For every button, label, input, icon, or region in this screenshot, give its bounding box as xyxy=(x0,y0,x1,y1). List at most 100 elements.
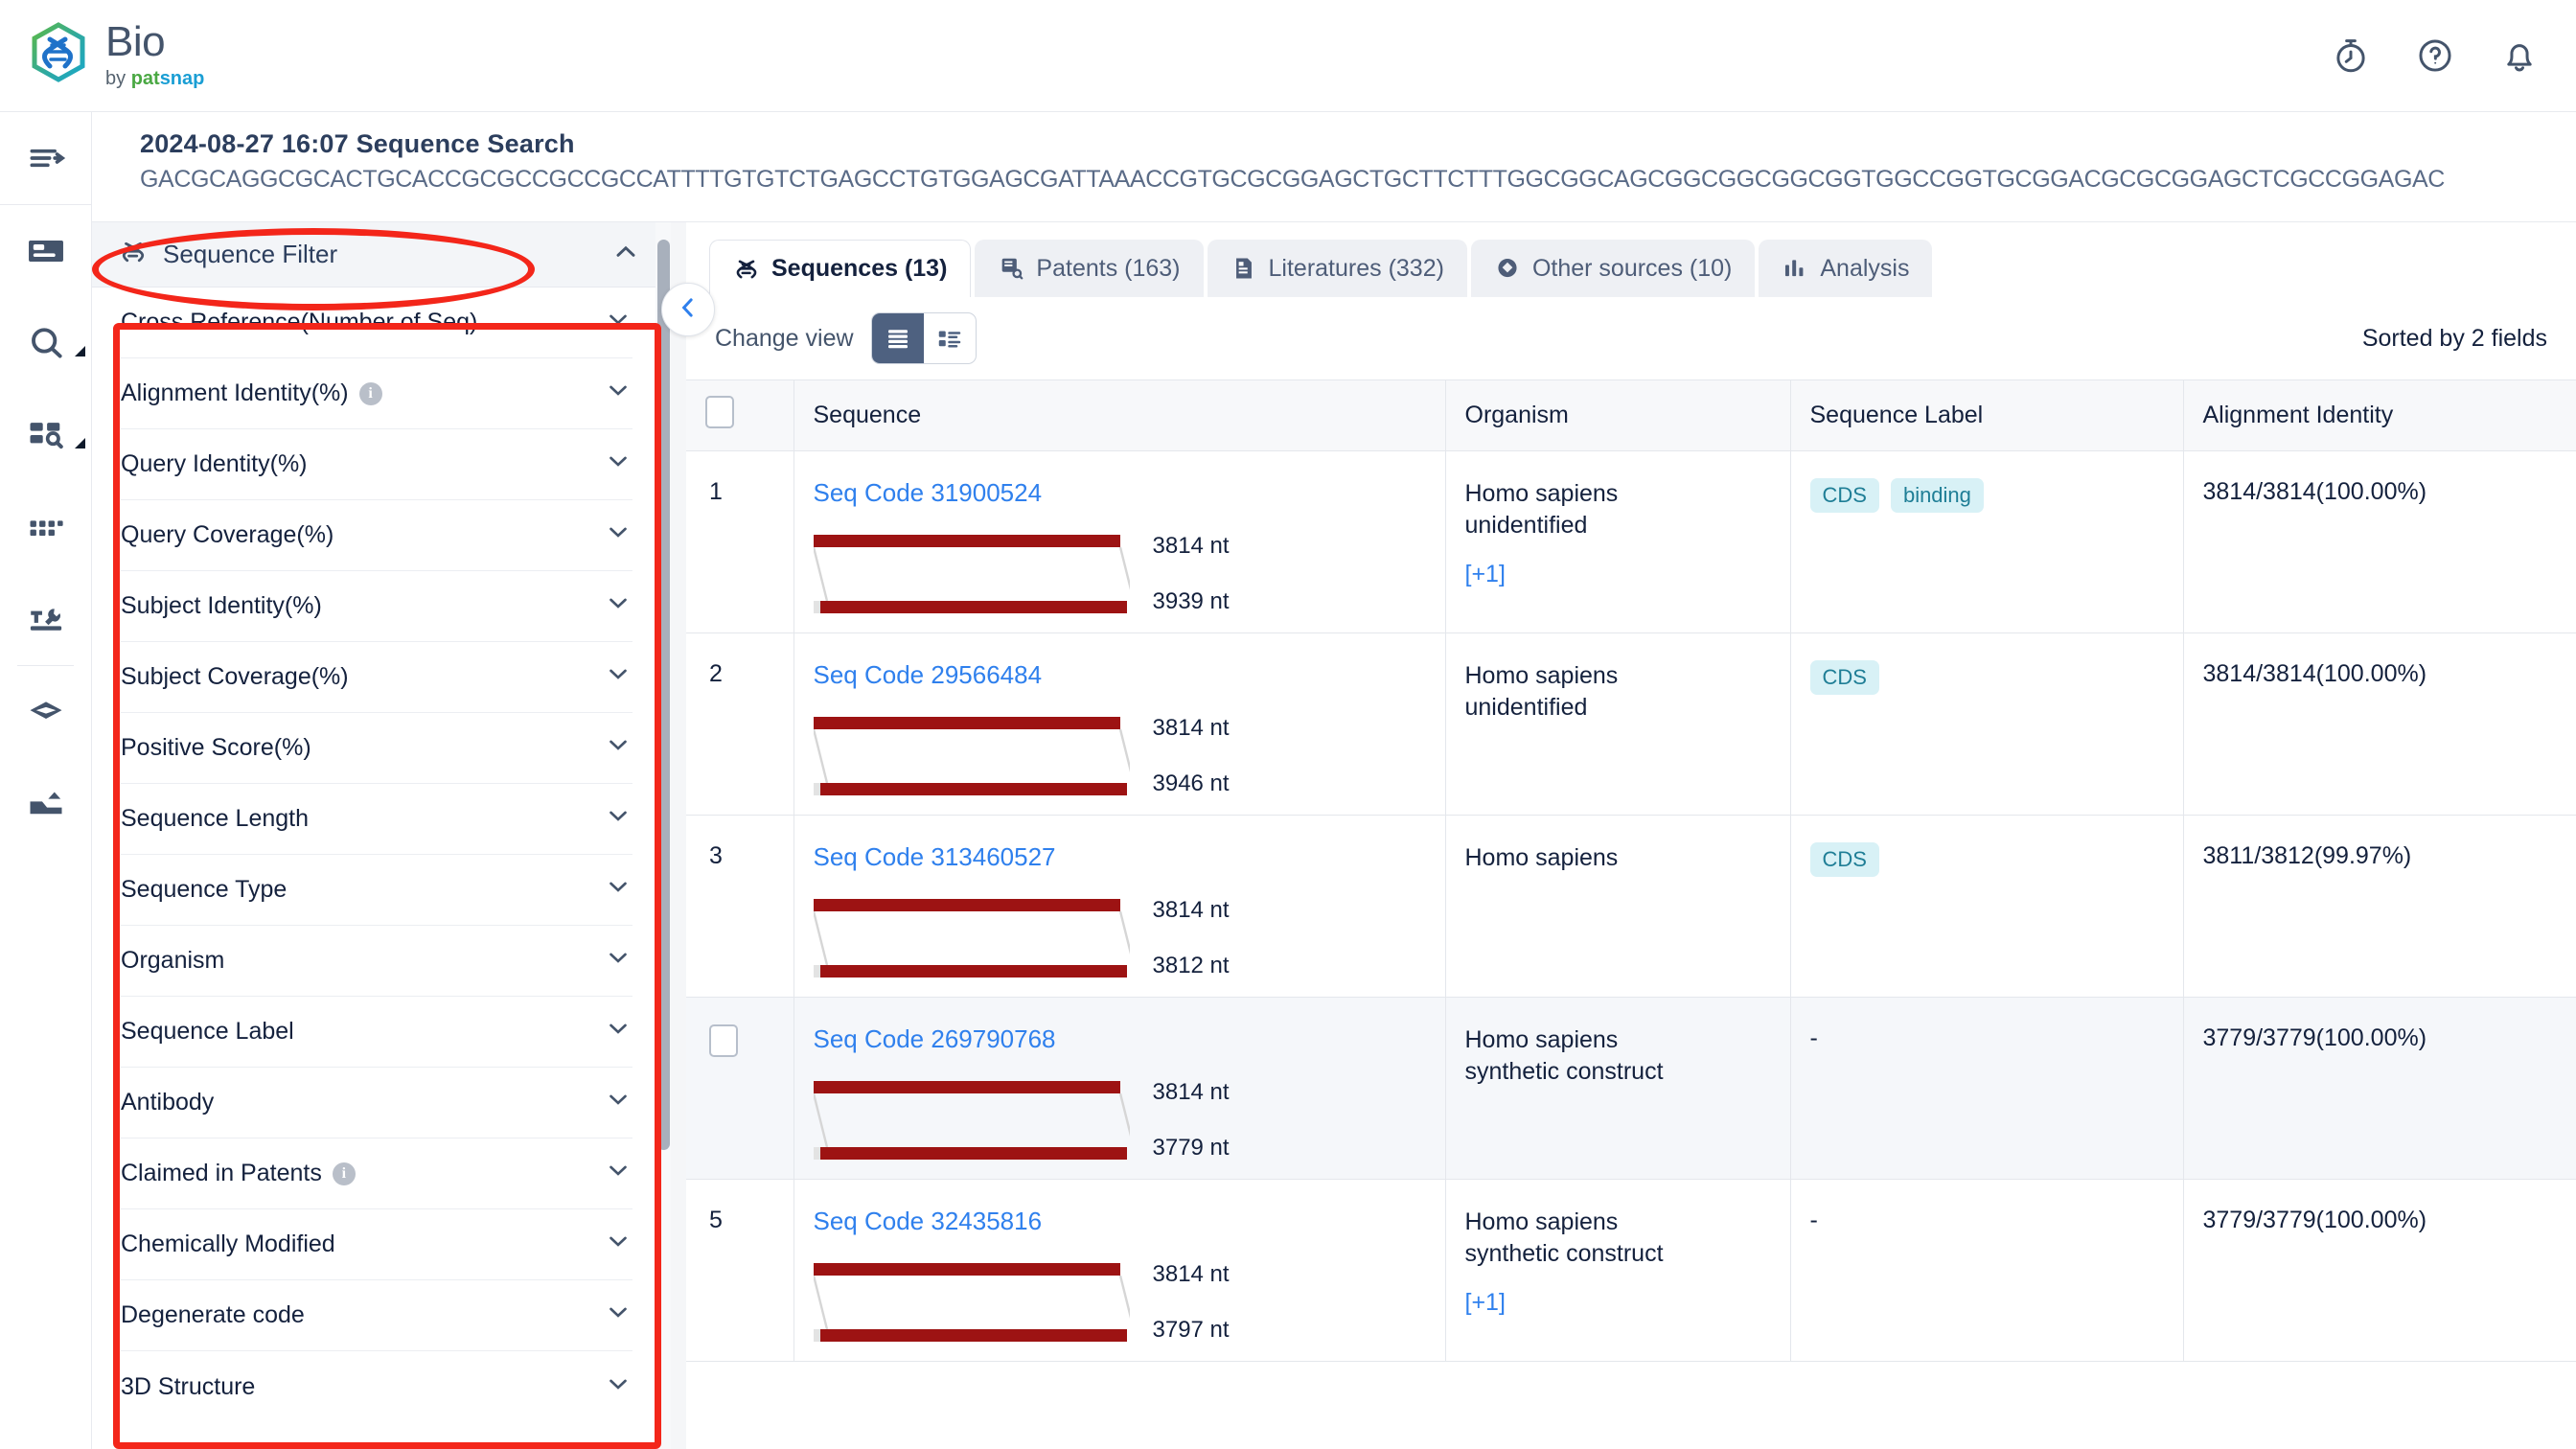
dots-grid-icon[interactable] xyxy=(0,481,91,573)
sequence-filter-title: Sequence Filter xyxy=(163,240,338,268)
filter-item[interactable]: Sequence Label xyxy=(121,997,632,1068)
filter-item[interactable]: Organism xyxy=(121,926,632,997)
sequence-filter-header[interactable]: Sequence Filter xyxy=(92,222,666,288)
table-row[interactable]: 3 Seq Code 313460527 3814 nt 3812 nt Homo sa… xyxy=(686,815,2576,998)
help-circle-icon[interactable] xyxy=(2415,35,2455,76)
card-view-icon[interactable] xyxy=(924,313,976,363)
tab-patents-163[interactable]: Patents (163) xyxy=(975,240,1204,297)
chevron-down-icon[interactable] xyxy=(604,659,632,695)
info-icon[interactable]: i xyxy=(358,381,382,405)
stopwatch-icon[interactable] xyxy=(2331,35,2371,76)
sequence-label-cell: - xyxy=(1790,997,2184,1180)
document-icon[interactable] xyxy=(0,205,91,297)
collapse-panel-button[interactable] xyxy=(661,283,715,336)
chevron-down-icon[interactable] xyxy=(604,447,632,482)
filter-item[interactable]: Subject Identity(%) xyxy=(121,571,632,642)
tab-literatures-332[interactable]: Literatures (332) xyxy=(1207,240,1467,297)
chevron-down-icon[interactable] xyxy=(604,1156,632,1191)
filter-item[interactable]: Antibody xyxy=(121,1068,632,1138)
filter-item[interactable]: 3D Structure xyxy=(121,1351,632,1422)
chevron-up-icon[interactable] xyxy=(610,237,641,272)
organism-name: Homo sapiens xyxy=(1464,1026,1619,1053)
chevron-down-icon[interactable] xyxy=(604,305,632,340)
filter-item[interactable]: Sequence Length xyxy=(121,784,632,855)
filter-item[interactable]: Query Coverage(%) xyxy=(121,500,632,571)
chevron-down-icon[interactable] xyxy=(604,730,632,766)
subject-bar xyxy=(819,1329,1127,1342)
sequence-code-link[interactable]: Seq Code 32435816 xyxy=(814,1207,1043,1235)
tab-analysis[interactable]: Analysis xyxy=(1759,240,1933,297)
chevron-down-icon[interactable] xyxy=(604,376,632,411)
search-icon[interactable] xyxy=(0,297,91,389)
sequence-label-chip[interactable]: CDS xyxy=(1809,660,1879,695)
subject-length: 3939 nt xyxy=(1152,588,1230,614)
sequence-label-chip[interactable]: binding xyxy=(1890,478,1984,513)
filter-item[interactable]: Degenerate code xyxy=(121,1280,632,1351)
table-row[interactable]: 2 Seq Code 29566484 3814 nt 3946 nt Homo sap… xyxy=(686,632,2576,816)
alignment-lengths: 3814 nt 3939 nt xyxy=(1153,535,1230,613)
subject-length: 3797 nt xyxy=(1152,1317,1230,1343)
table-row[interactable]: 5 Seq Code 32435816 3814 nt 3797 nt Homo sap… xyxy=(686,1179,2576,1362)
row-index-cell: 3 xyxy=(686,815,794,998)
grid-search-icon[interactable] xyxy=(0,389,91,481)
sorted-by-label[interactable]: Sorted by 2 fields xyxy=(2362,325,2547,353)
organism-more-link[interactable]: [+1] xyxy=(1465,561,1506,588)
query-length: 3814 nt xyxy=(1152,1079,1230,1105)
chevron-down-icon[interactable] xyxy=(604,518,632,553)
collapse-menu-icon[interactable] xyxy=(0,112,91,204)
tab-sequences-13[interactable]: Sequences (13) xyxy=(709,240,972,297)
alignment-bars xyxy=(813,717,1130,795)
layers-icon[interactable] xyxy=(0,666,91,758)
filter-item[interactable]: Positive Score(%) xyxy=(121,713,632,784)
filter-item-label: Query Coverage(%) xyxy=(121,521,334,548)
filter-item[interactable]: Chemically Modified xyxy=(121,1209,632,1280)
info-icon[interactable]: i xyxy=(332,1162,356,1185)
filter-item[interactable]: Alignment Identity(%) i xyxy=(121,358,632,429)
filter-item[interactable]: Sequence Type xyxy=(121,855,632,926)
table-row[interactable]: Seq Code 269790768 3814 nt 3779 nt Homo sap… xyxy=(686,997,2576,1180)
column-header-organism[interactable]: Organism xyxy=(1445,380,1791,451)
filter-item[interactable]: Claimed in Patents i xyxy=(121,1138,632,1209)
filter-scrollbar-thumb[interactable] xyxy=(657,240,670,1150)
upload-icon[interactable] xyxy=(0,758,91,850)
chevron-down-icon[interactable] xyxy=(604,1085,632,1120)
chevron-down-icon[interactable] xyxy=(604,1369,632,1405)
filter-item[interactable]: Subject Coverage(%) xyxy=(121,642,632,713)
column-header-sequence-label[interactable]: Sequence Label xyxy=(1790,380,2184,451)
tab-label: Analysis xyxy=(1820,254,1910,282)
filter-item[interactable]: Cross Reference(Number of Seq) xyxy=(121,288,632,358)
chevron-down-icon[interactable] xyxy=(604,943,632,978)
chevron-down-icon[interactable] xyxy=(604,872,632,908)
sequence-label-chip[interactable]: CDS xyxy=(1809,842,1879,877)
organism-cell: Homo sapiens unidentified [+1] xyxy=(1445,450,1791,633)
row-checkbox[interactable] xyxy=(709,1024,738,1057)
select-all-checkbox[interactable] xyxy=(705,396,734,428)
view-toggle xyxy=(870,312,977,364)
alignment-bars xyxy=(813,899,1130,978)
chevron-down-icon[interactable] xyxy=(604,801,632,837)
chevron-down-icon[interactable] xyxy=(604,588,632,624)
subject-bar xyxy=(819,783,1127,795)
table-row[interactable]: 1 Seq Code 31900524 3814 nt 3939 nt Homo sap… xyxy=(686,450,2576,633)
organism-more-link[interactable]: [+1] xyxy=(1465,1289,1506,1317)
column-header-alignment-identity[interactable]: Alignment Identity xyxy=(2183,380,2576,451)
top-bar-actions xyxy=(2331,35,2540,76)
chevron-down-icon[interactable] xyxy=(604,1227,632,1262)
sequence-label-chip[interactable]: CDS xyxy=(1809,478,1879,513)
tab-other-sources-10[interactable]: Other sources (10) xyxy=(1470,240,1756,297)
sequence-code-link[interactable]: Seq Code 269790768 xyxy=(814,1024,1056,1053)
sequence-code-link[interactable]: Seq Code 31900524 xyxy=(814,478,1043,507)
alignment-lengths: 3814 nt 3797 nt xyxy=(1153,1263,1230,1342)
filter-item[interactable]: Query Identity(%) xyxy=(121,429,632,500)
chevron-down-icon[interactable] xyxy=(604,1298,632,1333)
filter-items-list: Cross Reference(Number of Seq) Alignment … xyxy=(92,288,667,1449)
sequence-code-link[interactable]: Seq Code 313460527 xyxy=(814,842,1056,871)
column-header-sequence[interactable]: Sequence xyxy=(794,380,1446,451)
bell-icon[interactable] xyxy=(2499,35,2540,76)
tools-icon[interactable] xyxy=(0,573,91,665)
app-logo[interactable]: Bio by patsnap xyxy=(29,21,204,90)
chevron-down-icon[interactable] xyxy=(604,1014,632,1049)
sequence-code-link[interactable]: Seq Code 29566484 xyxy=(814,660,1043,689)
organism-name: synthetic construct xyxy=(1464,1240,1664,1267)
list-view-icon[interactable] xyxy=(871,313,924,363)
